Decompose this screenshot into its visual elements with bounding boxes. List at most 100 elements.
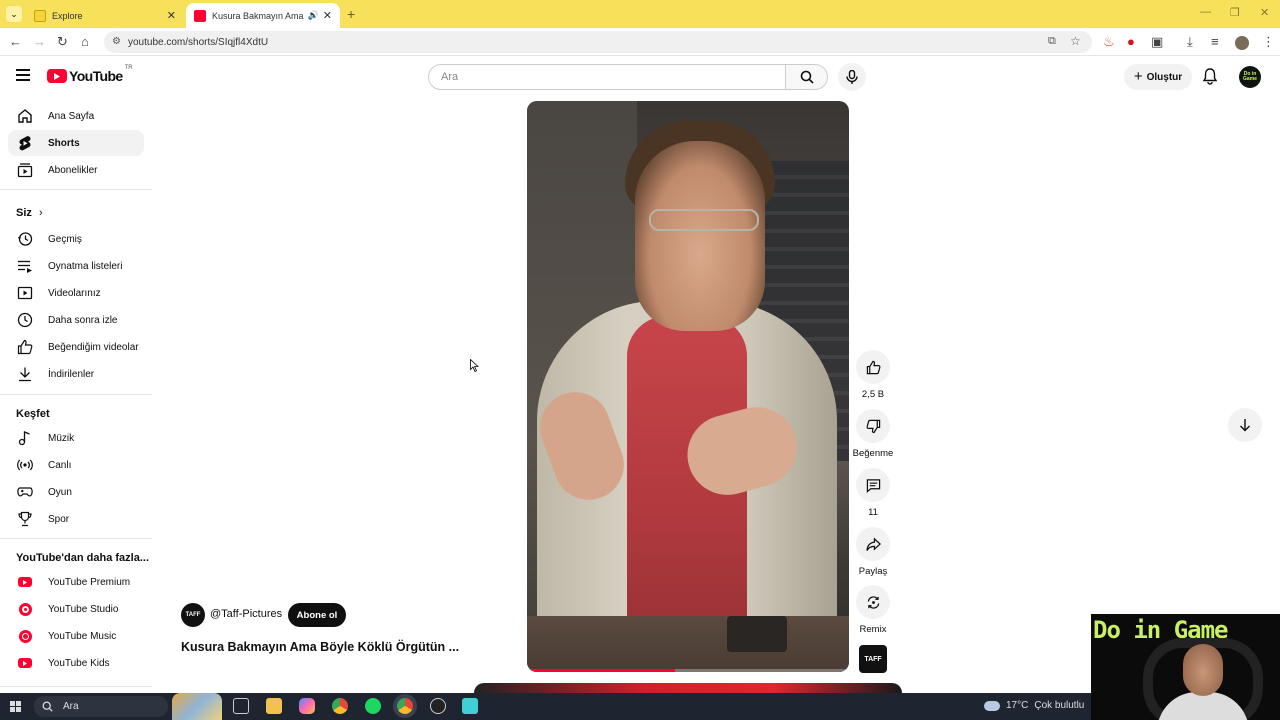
sidebar-item-playlists[interactable]: Oynatma listeleri <box>8 253 144 279</box>
spotify-icon[interactable] <box>365 698 381 714</box>
minimize-icon[interactable]: — <box>1200 6 1211 18</box>
youtube-logo[interactable]: YouTube TR <box>47 65 133 84</box>
sidebar-item-youtube-music[interactable]: YouTube Music <box>8 623 144 649</box>
opera-extension-icon[interactable]: ● <box>1127 34 1135 50</box>
notifications-bell-icon[interactable] <box>1202 68 1218 90</box>
sidebar-item-subscriptions[interactable]: Abonelikler <box>8 157 144 183</box>
like-action[interactable]: 2,5 B <box>852 350 894 400</box>
windows-start-icon[interactable] <box>10 701 21 712</box>
new-tab-button[interactable]: + <box>347 6 355 22</box>
address-bar[interactable]: ⚙ youtube.com/shorts/SIqjfl4XdtU ⧉ ☆ <box>104 31 1092 53</box>
weather-widget[interactable]: 17°C Çok bulutlu <box>984 700 1084 711</box>
chrome-icon[interactable] <box>332 698 348 714</box>
mouse-cursor-icon <box>470 358 480 377</box>
you-section-heading[interactable]: Siz › <box>16 207 43 219</box>
guide-menu-icon[interactable] <box>16 69 30 81</box>
close-window-icon[interactable]: ✕ <box>1260 6 1269 19</box>
playlists-icon <box>16 257 34 275</box>
subscribe-button[interactable]: Abone ol <box>288 603 346 627</box>
video-progress-fill <box>527 669 676 672</box>
short-title[interactable]: Kusura Bakmayın Ama Böyle Köklü Örgütün … <box>181 640 459 654</box>
channel-thumb-text: TAFF <box>864 655 882 663</box>
install-app-icon[interactable]: ⧉ <box>1048 35 1056 48</box>
tab-youtube-short[interactable]: Kusura Bakmayın Ama Böyle 🔊 ✕ <box>186 3 340 28</box>
reload-icon[interactable]: ↻ <box>57 34 68 50</box>
search-button[interactable] <box>786 64 828 90</box>
like-button[interactable] <box>856 350 890 384</box>
close-tab-icon[interactable]: ✕ <box>167 9 176 22</box>
search-highlight-image[interactable] <box>172 693 222 720</box>
sidebar-divider <box>0 189 152 190</box>
sidebar-item-youtube-kids[interactable]: YouTube Kids <box>8 650 144 676</box>
thumbs-up-icon <box>866 360 880 374</box>
downloads-icon[interactable]: ⤓ <box>1187 34 1193 50</box>
sidebar-item-label: Spor <box>48 513 70 525</box>
comments-action[interactable]: 11 <box>852 468 894 518</box>
sidebar-item-live[interactable]: Canlı <box>8 452 144 478</box>
home-icon <box>16 107 34 125</box>
search-input[interactable]: Ara <box>428 64 786 90</box>
comments-button[interactable] <box>856 468 890 502</box>
channel-avatar[interactable]: TAFF <box>181 603 205 627</box>
dislike-action[interactable]: Beğenme <box>852 409 894 459</box>
shorts-icon <box>16 134 34 152</box>
extension-fire-icon[interactable]: ♨ <box>1103 34 1115 50</box>
plus-icon: + <box>1133 68 1143 85</box>
forward-icon[interactable]: → <box>33 34 46 50</box>
dislike-button[interactable] <box>856 409 890 443</box>
restore-icon[interactable]: ❐ <box>1230 6 1240 19</box>
file-explorer-icon[interactable] <box>266 698 282 714</box>
copilot-icon[interactable] <box>299 698 315 714</box>
sidebar-item-label: Ana Sayfa <box>48 110 95 122</box>
sidebar-item-youtube-premium[interactable]: YouTube Premium <box>8 569 144 595</box>
sidebar-item-label: YouTube Studio <box>48 603 119 615</box>
like-count: 2,5 B <box>861 389 885 400</box>
create-button[interactable]: + Oluştur <box>1124 64 1192 90</box>
gaming-icon <box>16 483 34 501</box>
obs-recorder-icon[interactable] <box>430 698 446 714</box>
tab-explore[interactable]: Explore ✕ <box>26 3 184 28</box>
close-tab-icon[interactable]: ✕ <box>323 9 332 22</box>
sidebar-item-your-videos[interactable]: Videolarınız <box>8 280 144 306</box>
channel-handle[interactable]: @Taff-Pictures <box>210 608 282 620</box>
sidebar-item-shorts[interactable]: Shorts <box>8 130 144 156</box>
remix-button[interactable] <box>856 585 890 619</box>
bookmark-star-icon[interactable]: ☆ <box>1070 34 1081 48</box>
taskbar-search-input[interactable]: Ara <box>34 696 168 717</box>
short-video-player[interactable] <box>527 101 849 672</box>
next-short-button[interactable] <box>1228 408 1262 442</box>
sidebar-item-youtube-studio[interactable]: YouTube Studio <box>8 596 144 622</box>
media-control-icon[interactable]: ≡ <box>1211 34 1219 50</box>
sidebar-item-music[interactable]: Müzik <box>8 425 144 451</box>
sidebar-item-watch-later[interactable]: Daha sonra izle <box>8 307 144 333</box>
site-info-icon[interactable]: ⚙ <box>112 36 121 47</box>
sidebar-item-label: Oynatma listeleri <box>48 260 123 272</box>
yt-premium-icon <box>16 573 34 591</box>
remix-action[interactable]: Remix <box>852 585 894 635</box>
sidebar-item-history[interactable]: Geçmiş <box>8 226 144 252</box>
cloud-icon <box>984 700 1000 711</box>
task-view-icon[interactable] <box>233 698 249 714</box>
share-button[interactable] <box>856 527 890 561</box>
share-action[interactable]: Paylaş <box>852 527 894 577</box>
home-browser-icon[interactable]: ⌂ <box>81 34 89 50</box>
browser-menu-icon[interactable]: ⋮ <box>1262 34 1275 50</box>
video-progress-bar[interactable] <box>527 669 849 672</box>
sound-channel-thumbnail[interactable]: TAFF <box>859 645 887 673</box>
screen-capture-icon[interactable] <box>462 698 478 714</box>
sidebar-item-downloads[interactable]: İndirilenler <box>8 361 144 387</box>
account-avatar[interactable]: Do in Game <box>1239 66 1261 88</box>
voice-search-button[interactable] <box>838 63 866 91</box>
audio-playing-icon[interactable]: 🔊 <box>308 10 319 21</box>
sidebar-item-liked-videos[interactable]: Beğendiğim videolar <box>8 334 144 360</box>
back-icon[interactable]: ← <box>9 34 22 50</box>
chrome-active-icon[interactable] <box>397 698 413 714</box>
sidebar-item-sports[interactable]: Spor <box>8 506 144 532</box>
sidebar-item-label: Müzik <box>48 432 75 444</box>
sidebar-item-home[interactable]: Ana Sayfa <box>8 103 144 129</box>
extensions-puzzle-icon[interactable]: ▣ <box>1151 34 1163 50</box>
profile-avatar-icon[interactable] <box>1235 36 1249 50</box>
tab-list-button[interactable]: ⌄ <box>6 6 22 22</box>
sidebar-divider <box>0 686 152 687</box>
sidebar-item-gaming[interactable]: Oyun <box>8 479 144 505</box>
